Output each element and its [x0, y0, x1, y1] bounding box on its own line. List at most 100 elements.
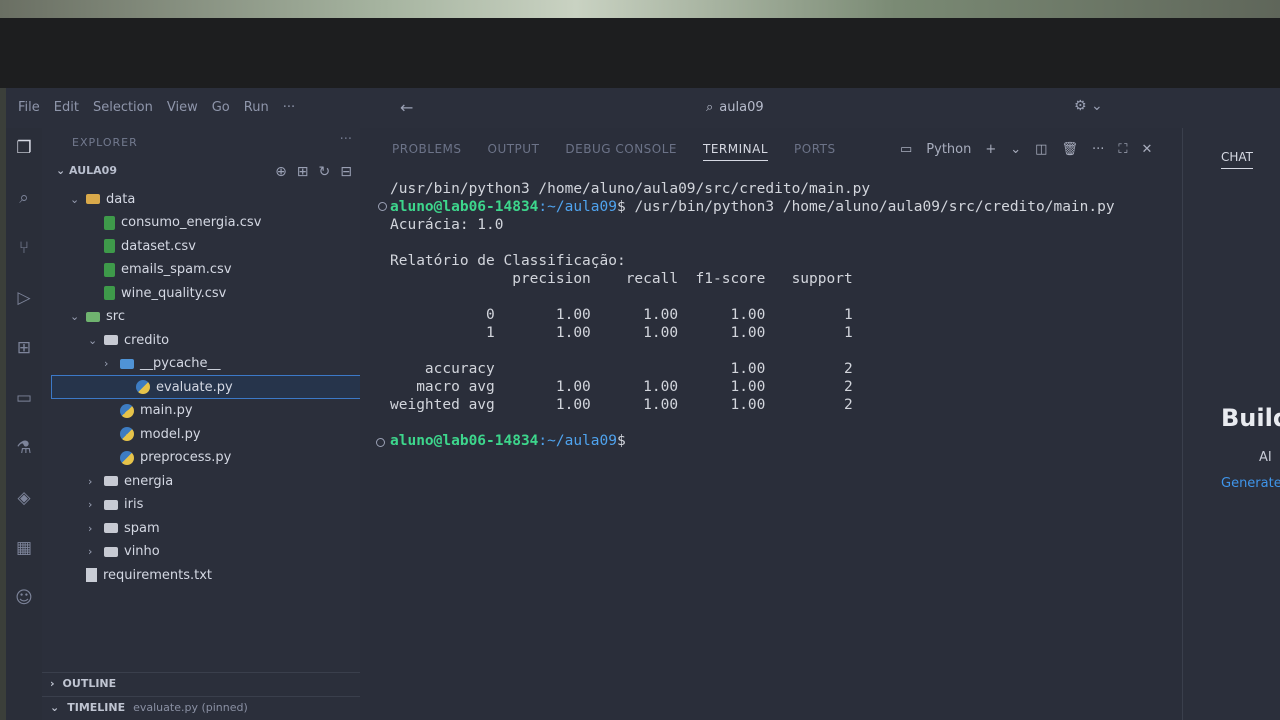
chat-panel: CHAT Build AI Generate: [1182, 128, 1280, 720]
tab-debug-console[interactable]: DEBUG CONSOLE: [565, 142, 677, 161]
folder-icon: [104, 476, 118, 486]
tree-folder[interactable]: › __pycache__: [104, 353, 220, 375]
tab-terminal[interactable]: TERMINAL: [703, 142, 769, 161]
tree-folder[interactable]: ⌄ credito: [88, 329, 169, 351]
explorer-toolbar: ⊕ ⊞ ↻ ⊟: [275, 164, 352, 180]
tree-file[interactable]: wine_quality.csv: [88, 282, 226, 304]
csv-file-icon: [104, 215, 115, 230]
copilot-icon[interactable]: ⚙ ⌄: [1074, 98, 1103, 114]
folder-icon: [104, 499, 118, 510]
explorer-icon[interactable]: ❐: [12, 136, 36, 160]
chevron-down-icon[interactable]: ⌄: [70, 310, 80, 323]
split-terminal-icon[interactable]: ◫: [1035, 142, 1047, 157]
timeline-section[interactable]: ⌄ TIMELINE evaluate.py (pinned): [42, 696, 360, 718]
container-icon[interactable]: ▦: [12, 536, 36, 560]
menu-go[interactable]: Go: [212, 100, 230, 115]
chevron-right-icon[interactable]: ›: [104, 357, 114, 370]
command-decoration-icon: [378, 202, 387, 211]
chevron-down-icon[interactable]: ⌄: [1010, 142, 1021, 157]
tree-folder[interactable]: › spam: [88, 517, 160, 539]
prompt-user: aluno@lab06-14834: [390, 199, 539, 215]
tree-folder[interactable]: › iris: [88, 494, 143, 516]
more-actions-icon[interactable]: ···: [340, 132, 352, 147]
trash-icon[interactable]: 🗑: [1061, 142, 1078, 157]
search-icon: ⌕: [706, 99, 714, 115]
tree-file[interactable]: evaluate.py: [51, 375, 363, 399]
chevron-right-icon[interactable]: ›: [88, 498, 98, 511]
new-terminal-icon[interactable]: +: [985, 142, 996, 157]
tree-file[interactable]: dataset.csv: [88, 235, 196, 257]
outline-section[interactable]: › OUTLINE: [42, 672, 360, 694]
terminal-output[interactable]: /usr/bin/python3 /home/aluno/aula09/src/…: [390, 180, 1115, 450]
chat-link[interactable]: Generate: [1221, 476, 1280, 491]
tree-file[interactable]: preprocess.py: [104, 447, 231, 469]
tree-folder[interactable]: ⌄ src: [70, 306, 125, 328]
text-file-icon: [86, 568, 97, 582]
tab-output[interactable]: OUTPUT: [488, 142, 540, 161]
tab-ports[interactable]: PORTS: [794, 142, 836, 161]
tree-file[interactable]: requirements.txt: [70, 564, 212, 586]
more-actions-icon[interactable]: ···: [1092, 142, 1104, 157]
menu-bar: File Edit Selection View Go Run ···: [18, 100, 295, 115]
command-decoration-icon: [376, 438, 385, 447]
tree-folder[interactable]: ⌄ data: [70, 188, 135, 210]
tree-file[interactable]: main.py: [104, 400, 193, 422]
maximize-panel-icon[interactable]: ⛶: [1118, 142, 1127, 157]
tree-item-label: vinho: [124, 544, 160, 559]
testing-icon[interactable]: ⚗: [12, 436, 36, 460]
folder-icon: [120, 358, 134, 369]
chevron-right-icon[interactable]: ›: [88, 475, 98, 488]
run-debug-icon[interactable]: ▷: [12, 286, 36, 310]
report-title: Relatório de Classificação:: [390, 253, 626, 269]
tree-item-label: __pycache__: [140, 356, 221, 371]
command-center-search[interactable]: ⌕ aula09: [706, 94, 1086, 120]
remote-explorer-icon[interactable]: ▭: [12, 386, 36, 410]
collapse-all-icon[interactable]: ⊟: [340, 164, 352, 180]
tab-chat[interactable]: CHAT: [1221, 150, 1254, 169]
folder-icon: [104, 335, 118, 345]
tree-folder[interactable]: › energia: [88, 470, 173, 492]
menu-file[interactable]: File: [18, 100, 40, 115]
tree-item-label: src: [106, 309, 125, 324]
terminal-shell-name[interactable]: Python: [926, 142, 971, 157]
menu-more[interactable]: ···: [283, 100, 295, 115]
folder-icon: [104, 546, 118, 557]
tree-item-label: credito: [124, 332, 170, 348]
folder-icon: [86, 194, 100, 204]
new-folder-icon[interactable]: ⊞: [297, 164, 309, 180]
new-file-icon[interactable]: ⊕: [275, 164, 287, 180]
search-text: aula09: [719, 99, 764, 115]
csv-file-icon: [104, 239, 115, 253]
menu-edit[interactable]: Edit: [54, 100, 79, 115]
folder-icon: [104, 523, 118, 533]
python-icon[interactable]: ◈: [12, 486, 36, 510]
accuracy-line: Acurácia: 1.0: [390, 217, 504, 233]
prompt-path: :~/aula09: [538, 433, 617, 449]
chevron-right-icon[interactable]: ›: [88, 522, 98, 535]
tree-folder[interactable]: › vinho: [88, 541, 160, 563]
project-name: AULA09: [69, 164, 117, 177]
extensions-icon[interactable]: ⊞: [12, 336, 36, 360]
chevron-right-icon[interactable]: ›: [88, 545, 98, 558]
accounts-icon[interactable]: ☺: [12, 586, 36, 610]
menu-run[interactable]: Run: [244, 100, 269, 115]
chevron-down-icon[interactable]: ⌄: [88, 334, 98, 347]
back-arrow-icon[interactable]: ←: [400, 98, 413, 117]
menu-selection[interactable]: Selection: [93, 100, 153, 115]
tree-file[interactable]: emails_spam.csv: [88, 259, 232, 281]
python-file-icon: [120, 403, 134, 418]
csv-file-icon: [104, 262, 115, 277]
refresh-icon[interactable]: ↻: [319, 164, 331, 180]
chevron-down-icon: ⌄: [50, 701, 60, 714]
tree-file[interactable]: consumo_energia.csv: [88, 212, 261, 234]
search-icon[interactable]: ⌕: [12, 186, 36, 210]
tree-file[interactable]: model.py: [104, 423, 201, 445]
close-icon[interactable]: ✕: [1142, 142, 1153, 157]
report-row: accuracy 1.00 2: [390, 361, 853, 377]
source-control-icon[interactable]: ⑂: [12, 236, 36, 260]
chevron-down-icon[interactable]: ⌄: [70, 193, 80, 206]
monitor-bezel: [0, 18, 1280, 88]
menu-view[interactable]: View: [167, 100, 198, 115]
tab-problems[interactable]: PROBLEMS: [392, 142, 462, 161]
chat-subtitle: AI: [1259, 450, 1272, 465]
